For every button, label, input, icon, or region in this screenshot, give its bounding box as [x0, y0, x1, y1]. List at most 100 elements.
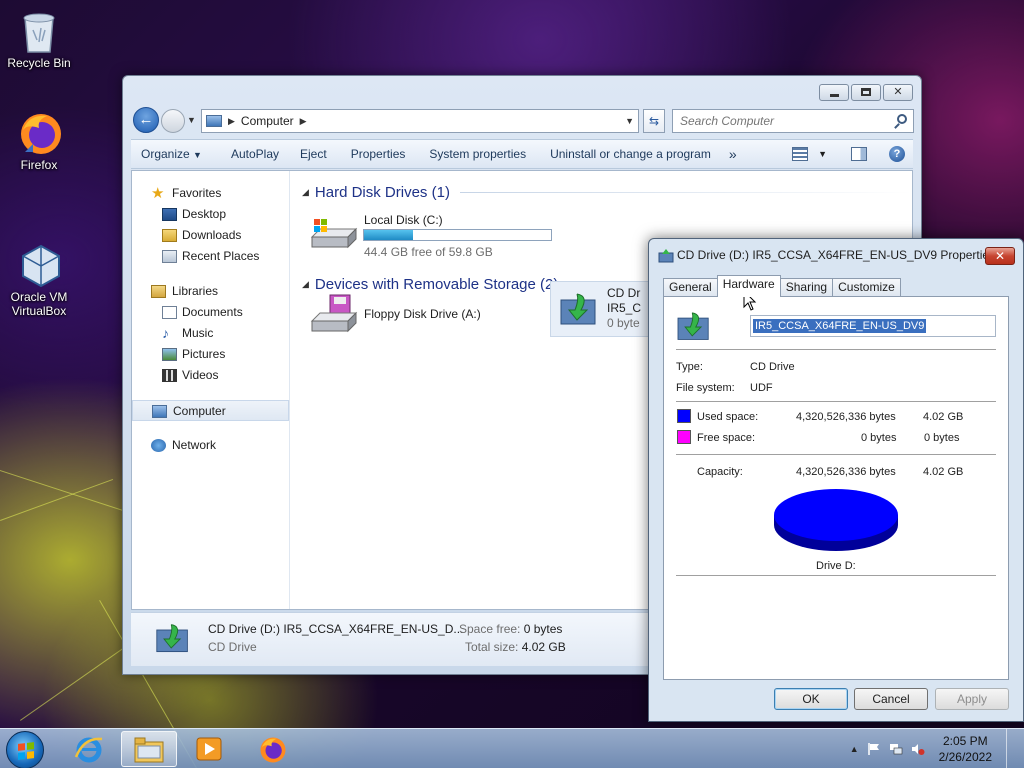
- downloads-folder-icon: [162, 229, 177, 242]
- drive-item-d[interactable]: CD Dr IR5_C 0 byte: [550, 281, 650, 337]
- collapse-arrow-icon: ◢: [302, 186, 309, 197]
- taskbar-media-player[interactable]: [182, 731, 238, 767]
- change-view-icon[interactable]: [792, 147, 809, 161]
- eject-button[interactable]: Eject: [291, 142, 336, 166]
- divider: [676, 454, 996, 455]
- close-window-button[interactable]: ✕: [883, 84, 913, 101]
- breadcrumb-arrow-icon[interactable]: ▶: [228, 116, 235, 127]
- capacity-gb: 4.02 GB: [923, 466, 964, 478]
- show-hidden-icons-button[interactable]: ▲: [850, 744, 859, 754]
- view-controls: ▼ ?: [792, 146, 913, 162]
- search-input[interactable]: [673, 110, 883, 132]
- properties-button[interactable]: Properties: [342, 142, 415, 166]
- show-desktop-button[interactable]: [1006, 729, 1018, 768]
- group-divider: [459, 191, 912, 193]
- details-total-size: Total size: 4.02 GB: [465, 640, 566, 654]
- breadcrumb-arrow-icon[interactable]: ▶: [300, 116, 307, 127]
- address-dropdown-icon[interactable]: ▼: [625, 116, 634, 126]
- taskbar-clock[interactable]: 2:05 PM 2/26/2022: [933, 733, 998, 765]
- desktop-icon-firefox[interactable]: Firefox: [1, 110, 77, 172]
- documents-icon: [162, 306, 177, 319]
- internet-explorer-icon: [74, 737, 103, 763]
- tab-general[interactable]: General: [663, 278, 718, 297]
- autoplay-button[interactable]: AutoPlay: [222, 142, 288, 166]
- start-button[interactable]: [6, 731, 44, 768]
- desktop-icon-virtualbox[interactable]: Oracle VM VirtualBox: [1, 214, 77, 332]
- desktop-icon-label: Oracle VM VirtualBox: [10, 290, 68, 318]
- tab-sharing[interactable]: Sharing: [779, 278, 834, 297]
- dialog-title: CD Drive (D:) IR5_CCSA_X64FRE_EN-US_DV9 …: [677, 248, 996, 262]
- drive-name: Local Disk (C:): [364, 213, 443, 227]
- maximize-button[interactable]: [851, 84, 881, 101]
- help-icon[interactable]: ?: [889, 146, 905, 162]
- nav-item-network[interactable]: Network: [132, 435, 289, 456]
- libraries-icon: [151, 285, 166, 298]
- computer-icon: [152, 405, 167, 418]
- chevron-down-icon[interactable]: ▼: [818, 149, 827, 159]
- tab-hardware[interactable]: Hardware: [716, 275, 781, 297]
- tab-customize[interactable]: Customize: [832, 278, 901, 297]
- breadcrumb-computer[interactable]: Computer: [241, 114, 294, 128]
- dialog-close-button[interactable]: ✕: [985, 247, 1015, 265]
- wallpaper-line: [0, 478, 114, 521]
- nav-item-computer[interactable]: Computer: [132, 400, 289, 421]
- videos-icon: [162, 369, 177, 382]
- type-label: Type:: [676, 361, 703, 373]
- recent-places-icon: [162, 250, 177, 263]
- desktop-icon-label: Recycle Bin: [7, 56, 71, 70]
- free-space-gb: 0 bytes: [924, 432, 960, 444]
- folder-icon: [134, 737, 164, 763]
- back-arrow-icon: ←: [138, 111, 154, 128]
- system-properties-button[interactable]: System properties: [420, 142, 535, 166]
- action-center-flag-icon[interactable]: [867, 742, 881, 756]
- windows-logo-icon: [18, 742, 34, 760]
- volume-label-text: IR5_CCSA_X64FRE_EN-US_DV9: [753, 319, 927, 333]
- nav-item-favorites[interactable]: ★ Favorites: [132, 183, 289, 204]
- music-note-icon: ♪: [162, 325, 169, 341]
- nav-item-libraries[interactable]: Libraries: [132, 281, 289, 302]
- cancel-button[interactable]: Cancel: [854, 688, 928, 710]
- recent-pages-dropdown[interactable]: ▼: [187, 115, 196, 125]
- preview-pane-icon[interactable]: [851, 147, 867, 161]
- used-space-bytes: 4,320,526,336 bytes: [796, 411, 896, 423]
- nav-item-videos[interactable]: Videos: [132, 365, 289, 386]
- desktop-icon-recycle-bin[interactable]: Recycle Bin: [1, 8, 77, 70]
- nav-item-desktop[interactable]: Desktop: [132, 204, 289, 225]
- address-bar[interactable]: ▶ Computer ▶ ▼: [201, 109, 639, 133]
- file-system-value: UDF: [750, 382, 773, 394]
- nav-item-documents[interactable]: Documents: [132, 302, 289, 323]
- search-icon[interactable]: [897, 114, 907, 124]
- back-button[interactable]: ←: [133, 107, 159, 133]
- nav-item-music[interactable]: ♪ Music: [132, 323, 289, 344]
- nav-item-recent-places[interactable]: Recent Places: [132, 246, 289, 267]
- uninstall-program-button[interactable]: Uninstall or change a program: [541, 142, 720, 166]
- organize-button[interactable]: Organize ▼: [131, 142, 211, 166]
- volume-label-field[interactable]: IR5_CCSA_X64FRE_EN-US_DV9: [750, 315, 996, 337]
- minimize-button[interactable]: [819, 84, 849, 101]
- cd-drive-icon: [156, 624, 188, 653]
- details-space-free: Space free: 0 bytes: [459, 622, 562, 636]
- volume-muted-icon[interactable]: [911, 742, 925, 756]
- nav-label: Videos: [182, 368, 219, 382]
- search-box[interactable]: [672, 109, 914, 133]
- cd-drive-icon: [560, 293, 596, 325]
- cd-drive-icon: [677, 312, 709, 340]
- taskbar-firefox[interactable]: [245, 731, 301, 767]
- taskbar-windows-explorer[interactable]: [121, 731, 177, 767]
- ok-button[interactable]: OK: [774, 688, 848, 710]
- group-header-hard-disk-drives[interactable]: ◢ Hard Disk Drives (1): [302, 181, 912, 203]
- refresh-button[interactable]: ⇆: [643, 109, 665, 133]
- drive-item-a[interactable]: Floppy Disk Drive (A:): [302, 287, 542, 339]
- apply-button[interactable]: Apply: [935, 688, 1009, 710]
- forward-button[interactable]: [161, 109, 185, 133]
- network-icon: [151, 439, 166, 452]
- nav-label: Network: [172, 438, 217, 452]
- more-commands-button[interactable]: »: [720, 142, 746, 166]
- cd-drive-icon: [658, 249, 674, 263]
- nav-item-pictures[interactable]: Pictures: [132, 344, 289, 365]
- taskbar-internet-explorer[interactable]: [62, 731, 118, 767]
- network-status-icon[interactable]: [889, 742, 903, 756]
- nav-label: Documents: [182, 305, 243, 319]
- nav-item-downloads[interactable]: Downloads: [132, 225, 289, 246]
